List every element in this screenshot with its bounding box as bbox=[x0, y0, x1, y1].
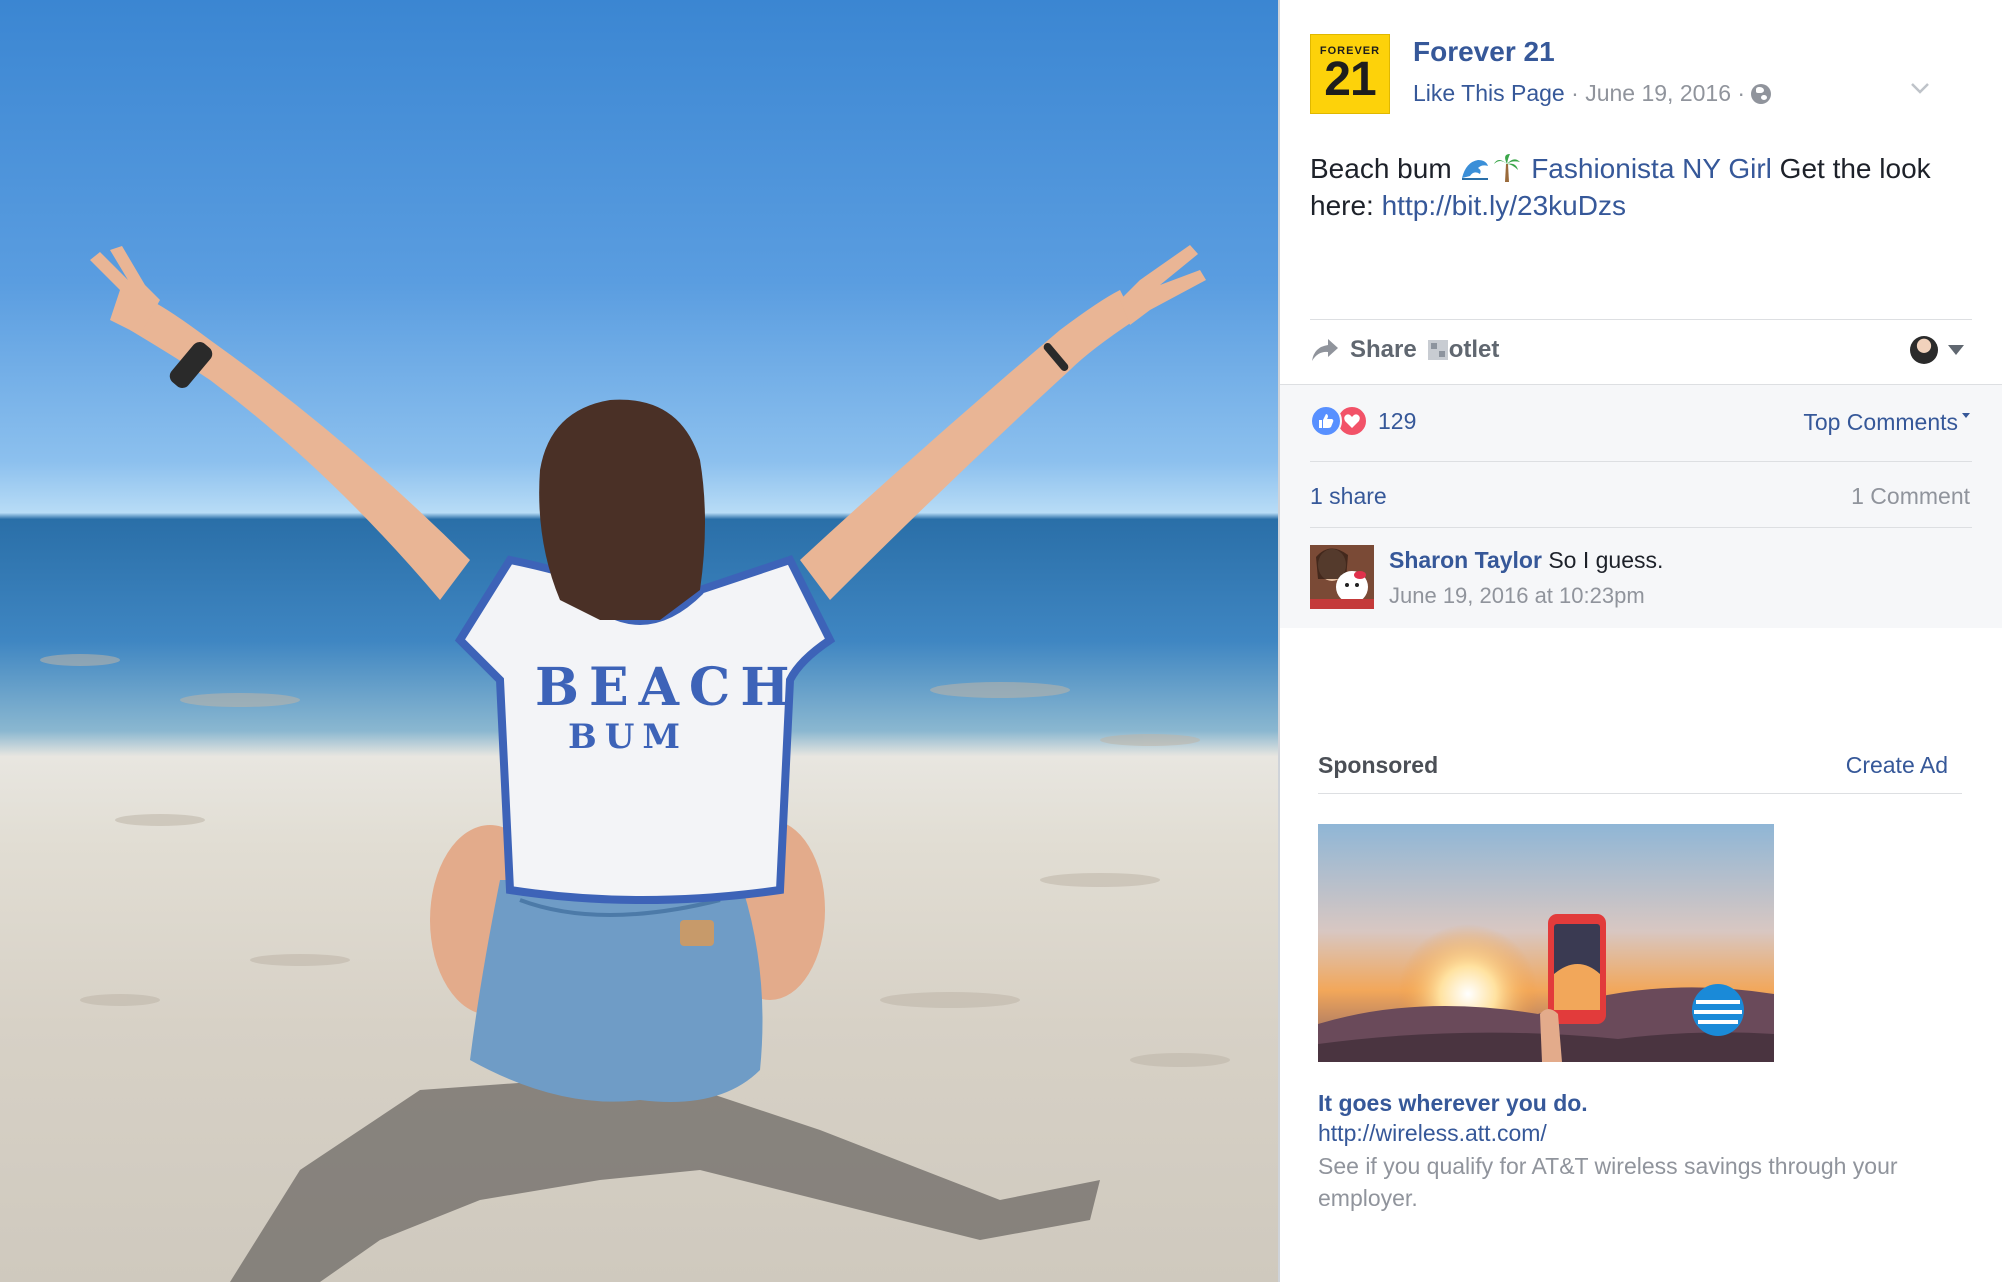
like-reaction-icon bbox=[1310, 405, 1342, 437]
share-count-link[interactable]: 1 share bbox=[1310, 483, 1387, 510]
page-logo[interactable]: FOREVER 21 bbox=[1310, 34, 1390, 114]
ad-image[interactable] bbox=[1318, 824, 1774, 1062]
viewer-avatar bbox=[1910, 336, 1938, 364]
ad-url-link[interactable]: http://wireless.att.com/ bbox=[1318, 1120, 1547, 1147]
globe-icon[interactable] bbox=[1751, 84, 1772, 104]
post-header: FOREVER 21 Forever 21 Like This Page · J… bbox=[1310, 34, 1960, 114]
create-ad-link[interactable]: Create Ad bbox=[1846, 752, 1948, 779]
palm-tree-emoji-icon bbox=[1494, 154, 1521, 182]
ad-description: See if you qualify for AT&T wireless sav… bbox=[1318, 1153, 1898, 1211]
action-divider bbox=[1310, 319, 1972, 320]
sponsored-header: Sponsored Create Ad bbox=[1318, 752, 1962, 794]
comment-sort-label: Top Comments bbox=[1803, 409, 1958, 435]
wave-emoji-icon bbox=[1462, 160, 1489, 180]
commenter-avatar[interactable] bbox=[1310, 545, 1374, 609]
post-date[interactable]: June 19, 2016 bbox=[1585, 80, 1731, 106]
feedback-section: 129 Top Comments 1 share 1 Comment Sharo… bbox=[1280, 384, 2002, 628]
share-arrow-icon bbox=[1312, 339, 1338, 361]
comment-author-link[interactable]: Sharon Taylor bbox=[1389, 547, 1542, 573]
comment-item: Sharon Taylor So I guess. June 19, 2016 … bbox=[1310, 545, 1972, 615]
share-button[interactable]: Share otlet bbox=[1310, 336, 1499, 364]
beach-scene-illustration: BEACH BUM bbox=[40, 245, 1230, 1282]
post-meta: Like This Page · June 19, 2016 · bbox=[1413, 80, 1772, 107]
page-name-link[interactable]: Forever 21 bbox=[1413, 36, 1555, 68]
post-as-selector[interactable] bbox=[1910, 336, 1964, 364]
reactions-summary[interactable]: 129 bbox=[1310, 405, 1416, 437]
caption-link[interactable]: http://bit.ly/23kuDzs bbox=[1382, 190, 1626, 221]
comment-timestamp[interactable]: June 19, 2016 at 10:23pm bbox=[1389, 583, 1645, 609]
comment-count-link[interactable]: 1 Comment bbox=[1851, 483, 1970, 510]
comments-divider bbox=[1310, 527, 1972, 528]
meta-separator: · bbox=[1564, 80, 1586, 106]
meta-separator-2: · bbox=[1730, 80, 1752, 106]
shirt-text-line2: BUM bbox=[568, 717, 688, 757]
tagged-page-link[interactable]: Fashionista NY Girl bbox=[1531, 153, 1772, 184]
comment-sort-dropdown[interactable]: Top Comments bbox=[1803, 409, 1970, 436]
sort-caret-icon bbox=[1962, 413, 1970, 418]
shirt-text-line1: BEACH bbox=[535, 657, 799, 718]
caption-text-start: Beach bum bbox=[1310, 153, 1460, 184]
chevron-down-icon[interactable] bbox=[1910, 78, 1930, 98]
logo-big-text: 21 bbox=[1324, 53, 1376, 106]
action-bar: Share otlet bbox=[1310, 322, 1972, 382]
reaction-count[interactable]: 129 bbox=[1378, 408, 1416, 435]
feedback-divider bbox=[1310, 461, 1972, 462]
ad-title-link[interactable]: It goes wherever you do. bbox=[1318, 1090, 1588, 1117]
share-label: Share bbox=[1350, 336, 1417, 363]
sponsored-heading: Sponsored bbox=[1318, 752, 1439, 778]
post-caption: Beach bum Fashionista NY Girl Get the lo… bbox=[1310, 150, 1970, 224]
sponsored-section: Sponsored Create Ad It goes wherever you… bbox=[1318, 752, 1962, 1211]
comment-text: So I guess. bbox=[1548, 547, 1664, 573]
share-suffix-text: otlet bbox=[1448, 336, 1500, 363]
broken-image-icon bbox=[1427, 340, 1448, 360]
like-page-link[interactable]: Like This Page bbox=[1413, 80, 1565, 106]
post-photo[interactable]: BEACH BUM bbox=[0, 0, 1278, 1282]
caret-down-icon bbox=[1948, 345, 1964, 355]
comment-body: Sharon Taylor So I guess. bbox=[1389, 547, 1663, 574]
post-sidebar: FOREVER 21 Forever 21 Like This Page · J… bbox=[1280, 0, 2002, 1282]
